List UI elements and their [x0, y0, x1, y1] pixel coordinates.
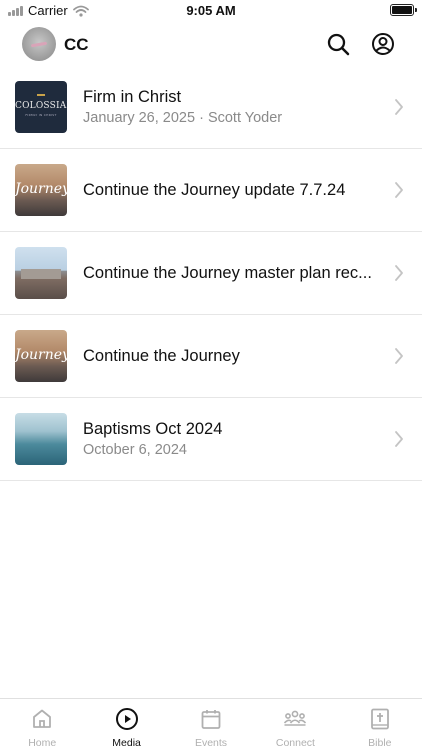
tab-media[interactable]: Media	[84, 699, 168, 750]
water-thumbnail	[15, 413, 67, 465]
header-title: CC	[64, 35, 89, 54]
app-screen: Carrier 9:05 AM CC COLOSSIA FIRMLY IN CH…	[0, 0, 422, 750]
sermon-thumbnail: COLOSSIANS FIRMLY IN CHRIST	[15, 81, 67, 133]
thumbnail-title: Journey	[15, 181, 67, 197]
tab-bible[interactable]: Bible	[338, 699, 422, 750]
chevron-right-icon	[395, 265, 403, 281]
chevron-right-icon	[395, 431, 403, 447]
thumbnail-subtitle: FIRMLY IN CHRIST	[25, 113, 57, 117]
status-bar: Carrier 9:05 AM	[0, 0, 422, 22]
tab-label: Events	[194, 737, 228, 749]
crown-icon	[37, 94, 45, 98]
media-list: COLOSSIANS FIRMLY IN CHRIST Firm in Chri…	[0, 66, 422, 481]
profile-icon[interactable]	[371, 32, 395, 56]
app-header: CC	[0, 24, 422, 64]
tab-events[interactable]: Events	[169, 699, 253, 750]
media-item-title: Firm in Christ	[83, 88, 182, 106]
tab-label: Media	[112, 737, 141, 749]
status-time: 9:05 AM	[186, 3, 236, 18]
media-item-subtitle: October 6, 2024	[83, 442, 187, 458]
thumbnail-title: COLOSSIANS	[15, 101, 67, 111]
church-avatar[interactable]	[22, 27, 56, 61]
media-item-text: Baptisms Oct 2024 October 6, 2024	[83, 398, 382, 480]
people-icon	[284, 710, 307, 726]
tab-label: Bible	[368, 737, 392, 749]
bible-icon	[370, 708, 389, 730]
media-item-text: Continue the Journey	[83, 315, 382, 397]
play-circle-icon	[115, 708, 138, 730]
status-right	[390, 4, 417, 16]
media-item-master-plan[interactable]: Continue the Journey master plan rec...	[0, 232, 422, 315]
calendar-icon	[201, 710, 221, 729]
media-item-title: Continue the Journey	[83, 346, 240, 365]
tab-connect[interactable]: Connect	[253, 699, 337, 750]
chevron-right-icon	[395, 182, 403, 198]
building-thumbnail	[15, 247, 67, 299]
home-icon	[33, 709, 52, 728]
logo-mark	[30, 41, 48, 47]
media-item-title: Baptisms Oct 2024	[83, 420, 223, 438]
media-item-subtitle: January 26, 2025 · Scott Yoder	[83, 110, 283, 126]
media-item-text: Continue the Journey master plan rec...	[83, 232, 382, 314]
tab-bar: Home Media Events Connect Bible	[0, 698, 422, 750]
chevron-right-icon	[395, 348, 403, 364]
tab-label: Home	[28, 737, 57, 749]
thumbnail-title: Journey	[15, 347, 67, 363]
building-shape	[21, 269, 61, 279]
media-item-firm-in-christ[interactable]: COLOSSIANS FIRMLY IN CHRIST Firm in Chri…	[0, 66, 422, 149]
tab-label: Connect	[275, 737, 315, 749]
search-icon[interactable]	[326, 32, 350, 56]
journey-thumbnail: Journey	[15, 164, 67, 216]
media-item-baptisms[interactable]: Baptisms Oct 2024 October 6, 2024	[0, 398, 422, 481]
media-item-title: Continue the Journey update 7.7.24	[83, 180, 346, 199]
media-item-text: Continue the Journey update 7.7.24	[83, 149, 382, 231]
journey-thumbnail: Journey	[15, 330, 67, 382]
chevron-right-icon	[395, 99, 403, 115]
tab-home[interactable]: Home	[0, 699, 84, 750]
media-item-continue-journey[interactable]: Journey Continue the Journey	[0, 315, 422, 398]
battery-icon	[390, 4, 417, 16]
media-item-journey-update[interactable]: Journey Continue the Journey update 7.7.…	[0, 149, 422, 232]
media-item-text: Firm in Christ January 26, 2025 · Scott …	[83, 66, 382, 148]
media-item-title: Continue the Journey master plan rec...	[83, 263, 372, 282]
